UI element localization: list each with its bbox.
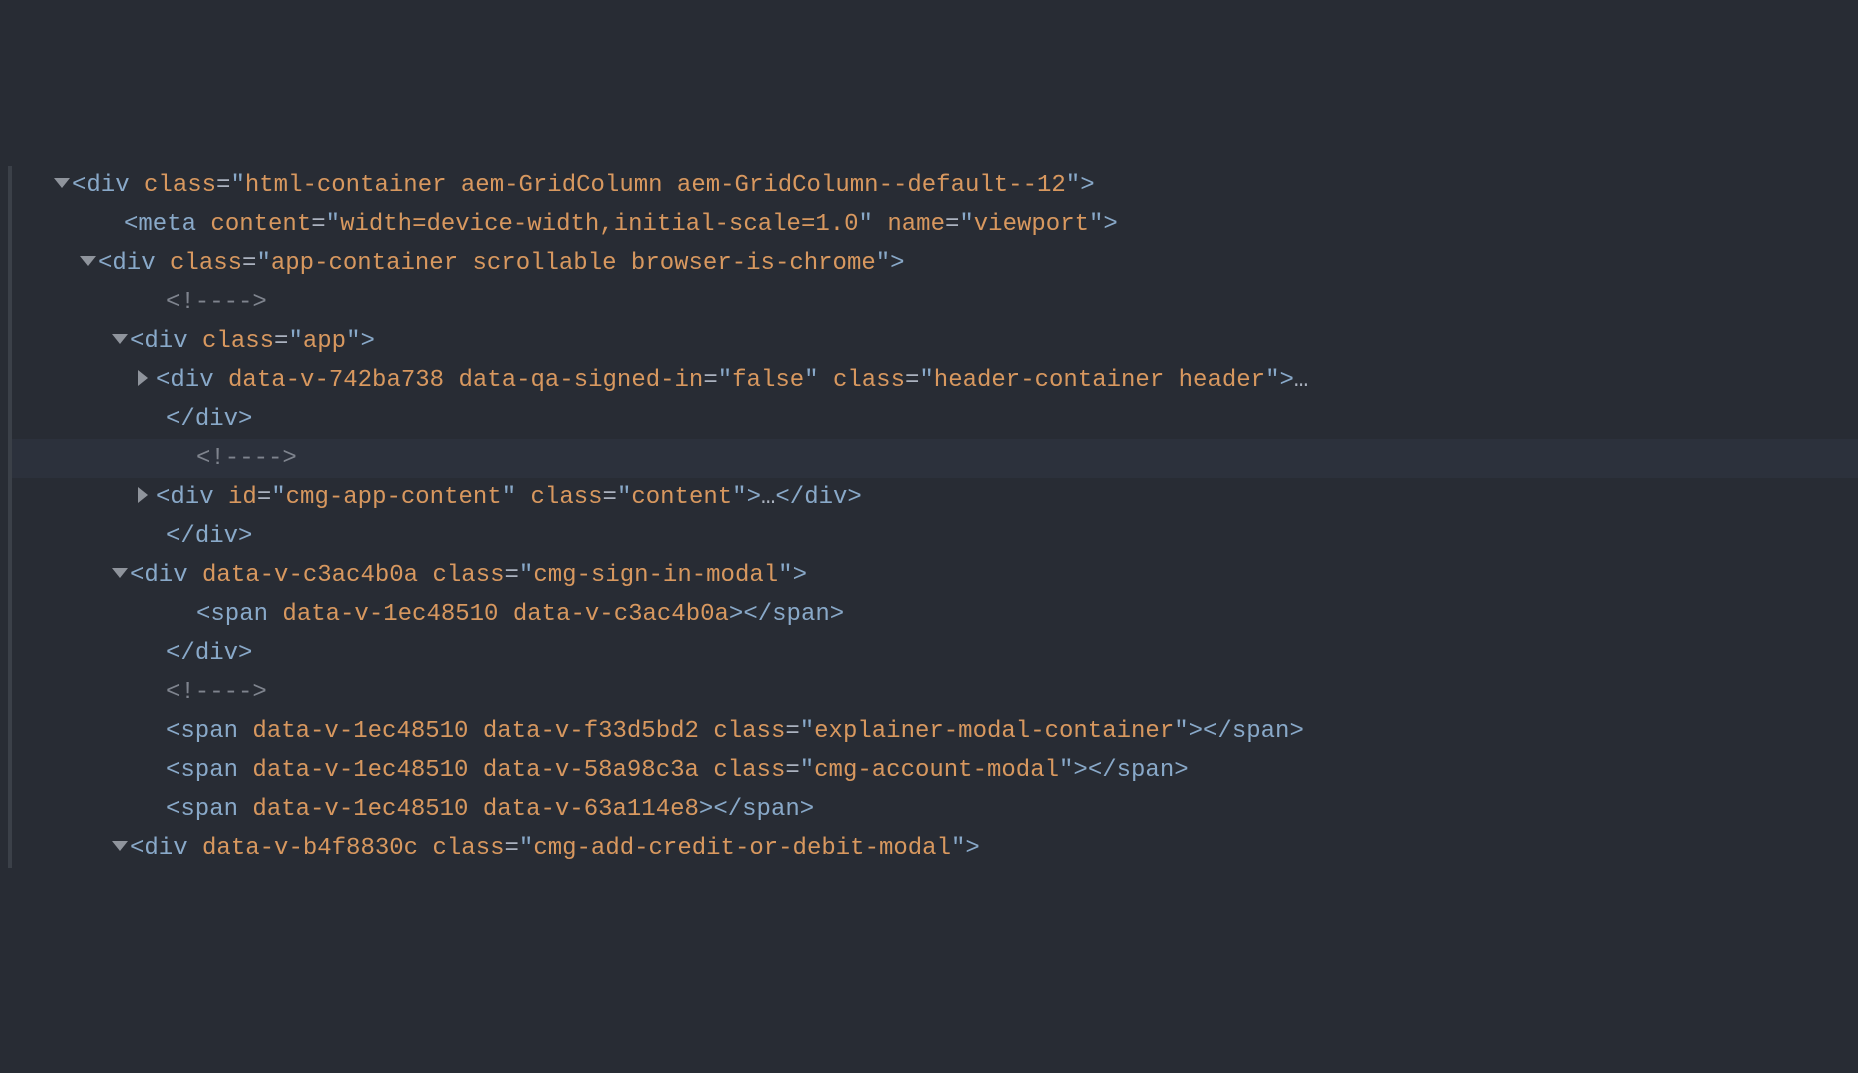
dom-tree-line[interactable]: <span data-v-1ec48510 data-v-f33d5bd2 cl… [8,712,1858,751]
expand-toggle-icon[interactable] [112,568,128,578]
dom-tree-line[interactable]: <!----> [8,439,1858,478]
dom-tree-line[interactable]: <div id="cmg-app-content" class="content… [8,478,1858,517]
dom-tree-line[interactable]: <span data-v-1ec48510 data-v-c3ac4b0a></… [8,595,1858,634]
html-comment[interactable]: <!----> [166,289,267,316]
dom-tree-line[interactable]: <span data-v-1ec48510 data-v-58a98c3a cl… [8,751,1858,790]
dom-tree-line[interactable]: <div data-v-742ba738 data-qa-signed-in="… [8,361,1858,400]
dom-tree-line[interactable]: <span data-v-1ec48510 data-v-63a114e8></… [8,790,1858,829]
expand-toggle-icon[interactable] [138,487,148,503]
dom-tree-line[interactable]: <div data-v-c3ac4b0a class="cmg-sign-in-… [8,556,1858,595]
expand-toggle-icon[interactable] [112,841,128,851]
dom-tree-line[interactable]: </div> [8,517,1858,556]
expand-toggle-icon[interactable] [112,334,128,344]
dom-tree-line[interactable]: <div class="app-container scrollable bro… [8,244,1858,283]
expand-toggle-icon[interactable] [54,178,70,188]
dom-tree-line[interactable]: </div> [8,400,1858,439]
expand-toggle-icon[interactable] [80,256,96,266]
dom-tree-line[interactable]: <div class="app"> [8,322,1858,361]
dom-tree-line[interactable]: <!----> [8,673,1858,712]
html-comment[interactable]: <!----> [166,679,267,706]
dom-tree-line[interactable]: </div> [8,634,1858,673]
dom-tree-line[interactable]: <meta content="width=device-width,initia… [8,205,1858,244]
dom-tree-line[interactable]: <div data-v-b4f8830c class="cmg-add-cred… [8,829,1858,868]
html-comment[interactable]: <!----> [196,445,297,472]
dom-tree-line[interactable]: <div class="html-container aem-GridColum… [8,166,1858,205]
devtools-elements-tree: <div class="html-container aem-GridColum… [8,166,1858,868]
dom-tree-line[interactable]: <!----> [8,283,1858,322]
expand-toggle-icon[interactable] [138,370,148,386]
